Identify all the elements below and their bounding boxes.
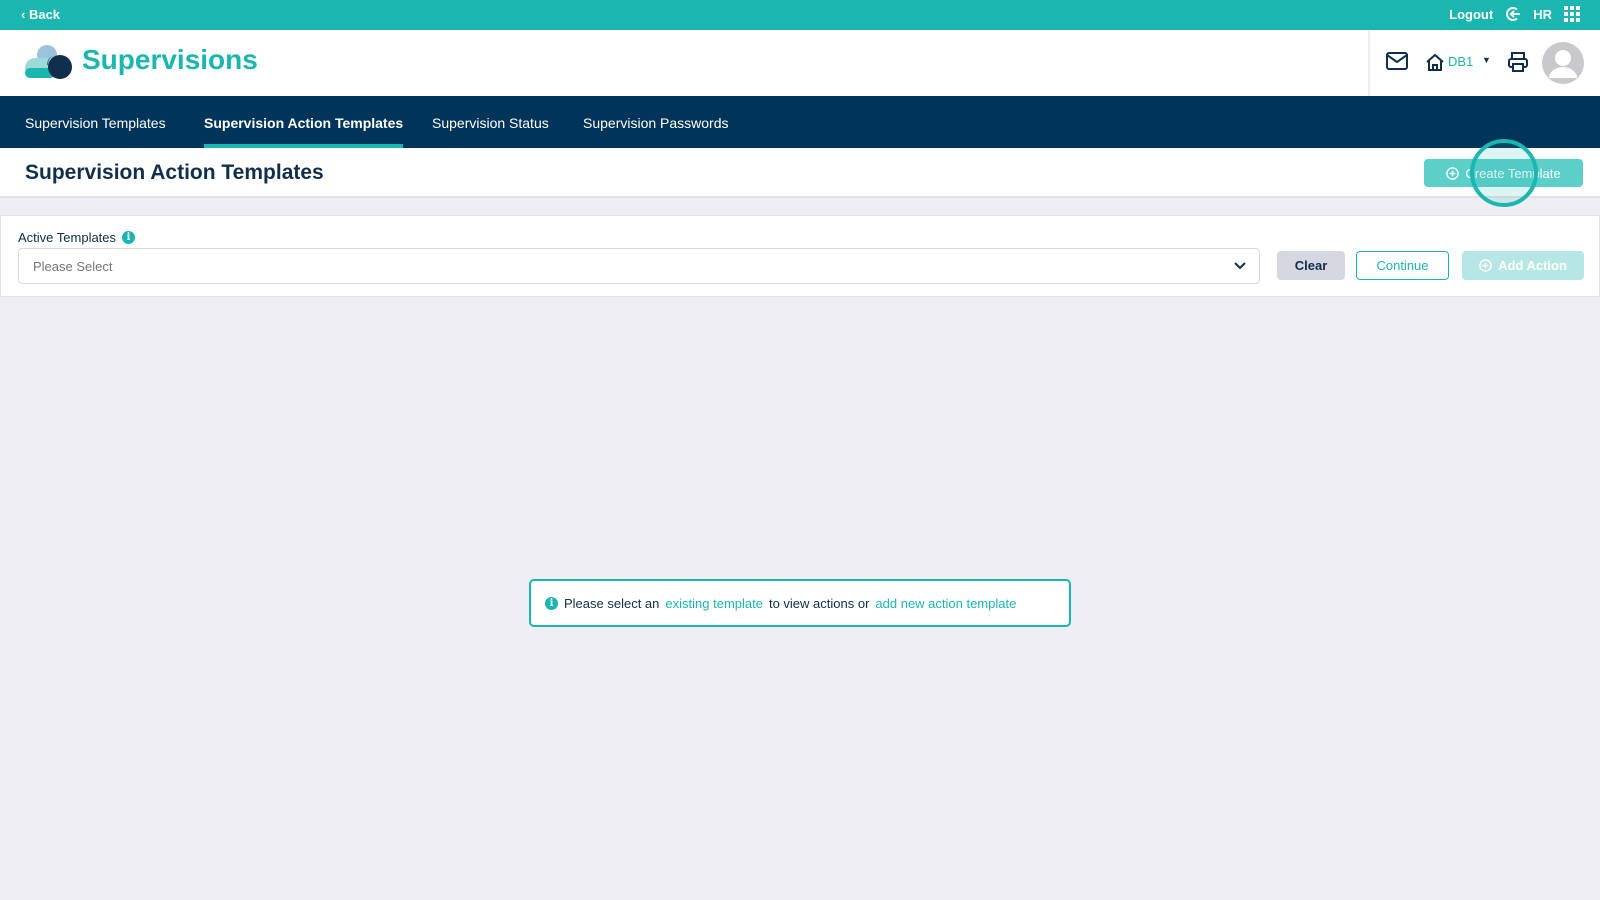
message-prefix: Please select an	[564, 595, 660, 611]
template-filter-panel: Active Templates i Please Select Clear Co…	[0, 215, 1600, 297]
home-icon[interactable]	[1425, 53, 1445, 71]
logout-link[interactable]: Logout	[1449, 7, 1493, 22]
clear-button[interactable]: Clear	[1277, 251, 1345, 280]
continue-button[interactable]: Continue	[1356, 251, 1449, 280]
apps-grid-icon[interactable]	[1564, 6, 1580, 22]
message-middle: to view actions or	[768, 595, 870, 611]
plus-circle-icon	[1446, 166, 1460, 180]
info-icon: i	[545, 596, 558, 610]
active-templates-label: Active Templates	[18, 230, 117, 245]
chevron-down-icon	[1234, 262, 1246, 270]
plus-circle-icon	[1479, 259, 1492, 272]
caret-down-icon[interactable]: ▼	[1482, 55, 1491, 65]
app-header: Supervisions DB1 ▼	[0, 30, 1600, 96]
avatar[interactable]	[1542, 42, 1584, 84]
info-icon[interactable]: i	[122, 231, 136, 244]
active-templates-select[interactable]: Please Select	[18, 248, 1260, 284]
page-title: Supervision Action Templates	[25, 161, 324, 184]
tab-supervision-passwords[interactable]: Supervision Passwords	[583, 115, 729, 148]
app-title: Supervisions	[82, 44, 258, 75]
select-placeholder: Please Select	[33, 259, 113, 274]
tab-supervision-status[interactable]: Supervision Status	[432, 115, 549, 148]
back-label: Back	[28, 7, 61, 22]
add-action-button[interactable]: Add Action	[1462, 251, 1584, 280]
main-nav: Supervision Templates Supervision Action…	[0, 96, 1600, 148]
add-action-label: Add Action	[1498, 258, 1567, 273]
page-title-bar: Supervision Action Templates Create Temp…	[0, 148, 1600, 198]
app-logo	[25, 45, 72, 79]
back-link[interactable]: ‹ Back	[21, 7, 60, 22]
tab-supervision-action-templates[interactable]: Supervision Action Templates	[204, 115, 404, 148]
add-new-action-template-link[interactable]: add new action template	[875, 596, 1016, 611]
info-message: i Please select an existing template to …	[529, 579, 1071, 627]
existing-template-link[interactable]: existing template	[665, 596, 763, 611]
print-icon[interactable]	[1507, 51, 1529, 73]
location-selector[interactable]: DB1	[1448, 54, 1473, 69]
top-bar: ‹ Back Logout HR	[0, 0, 1600, 30]
click-indicator	[1470, 139, 1538, 207]
mail-icon[interactable]	[1386, 52, 1408, 70]
logout-icon[interactable]	[1505, 6, 1521, 22]
tab-supervision-templates[interactable]: Supervision Templates	[25, 115, 166, 148]
user-initials[interactable]: HR	[1533, 7, 1552, 22]
